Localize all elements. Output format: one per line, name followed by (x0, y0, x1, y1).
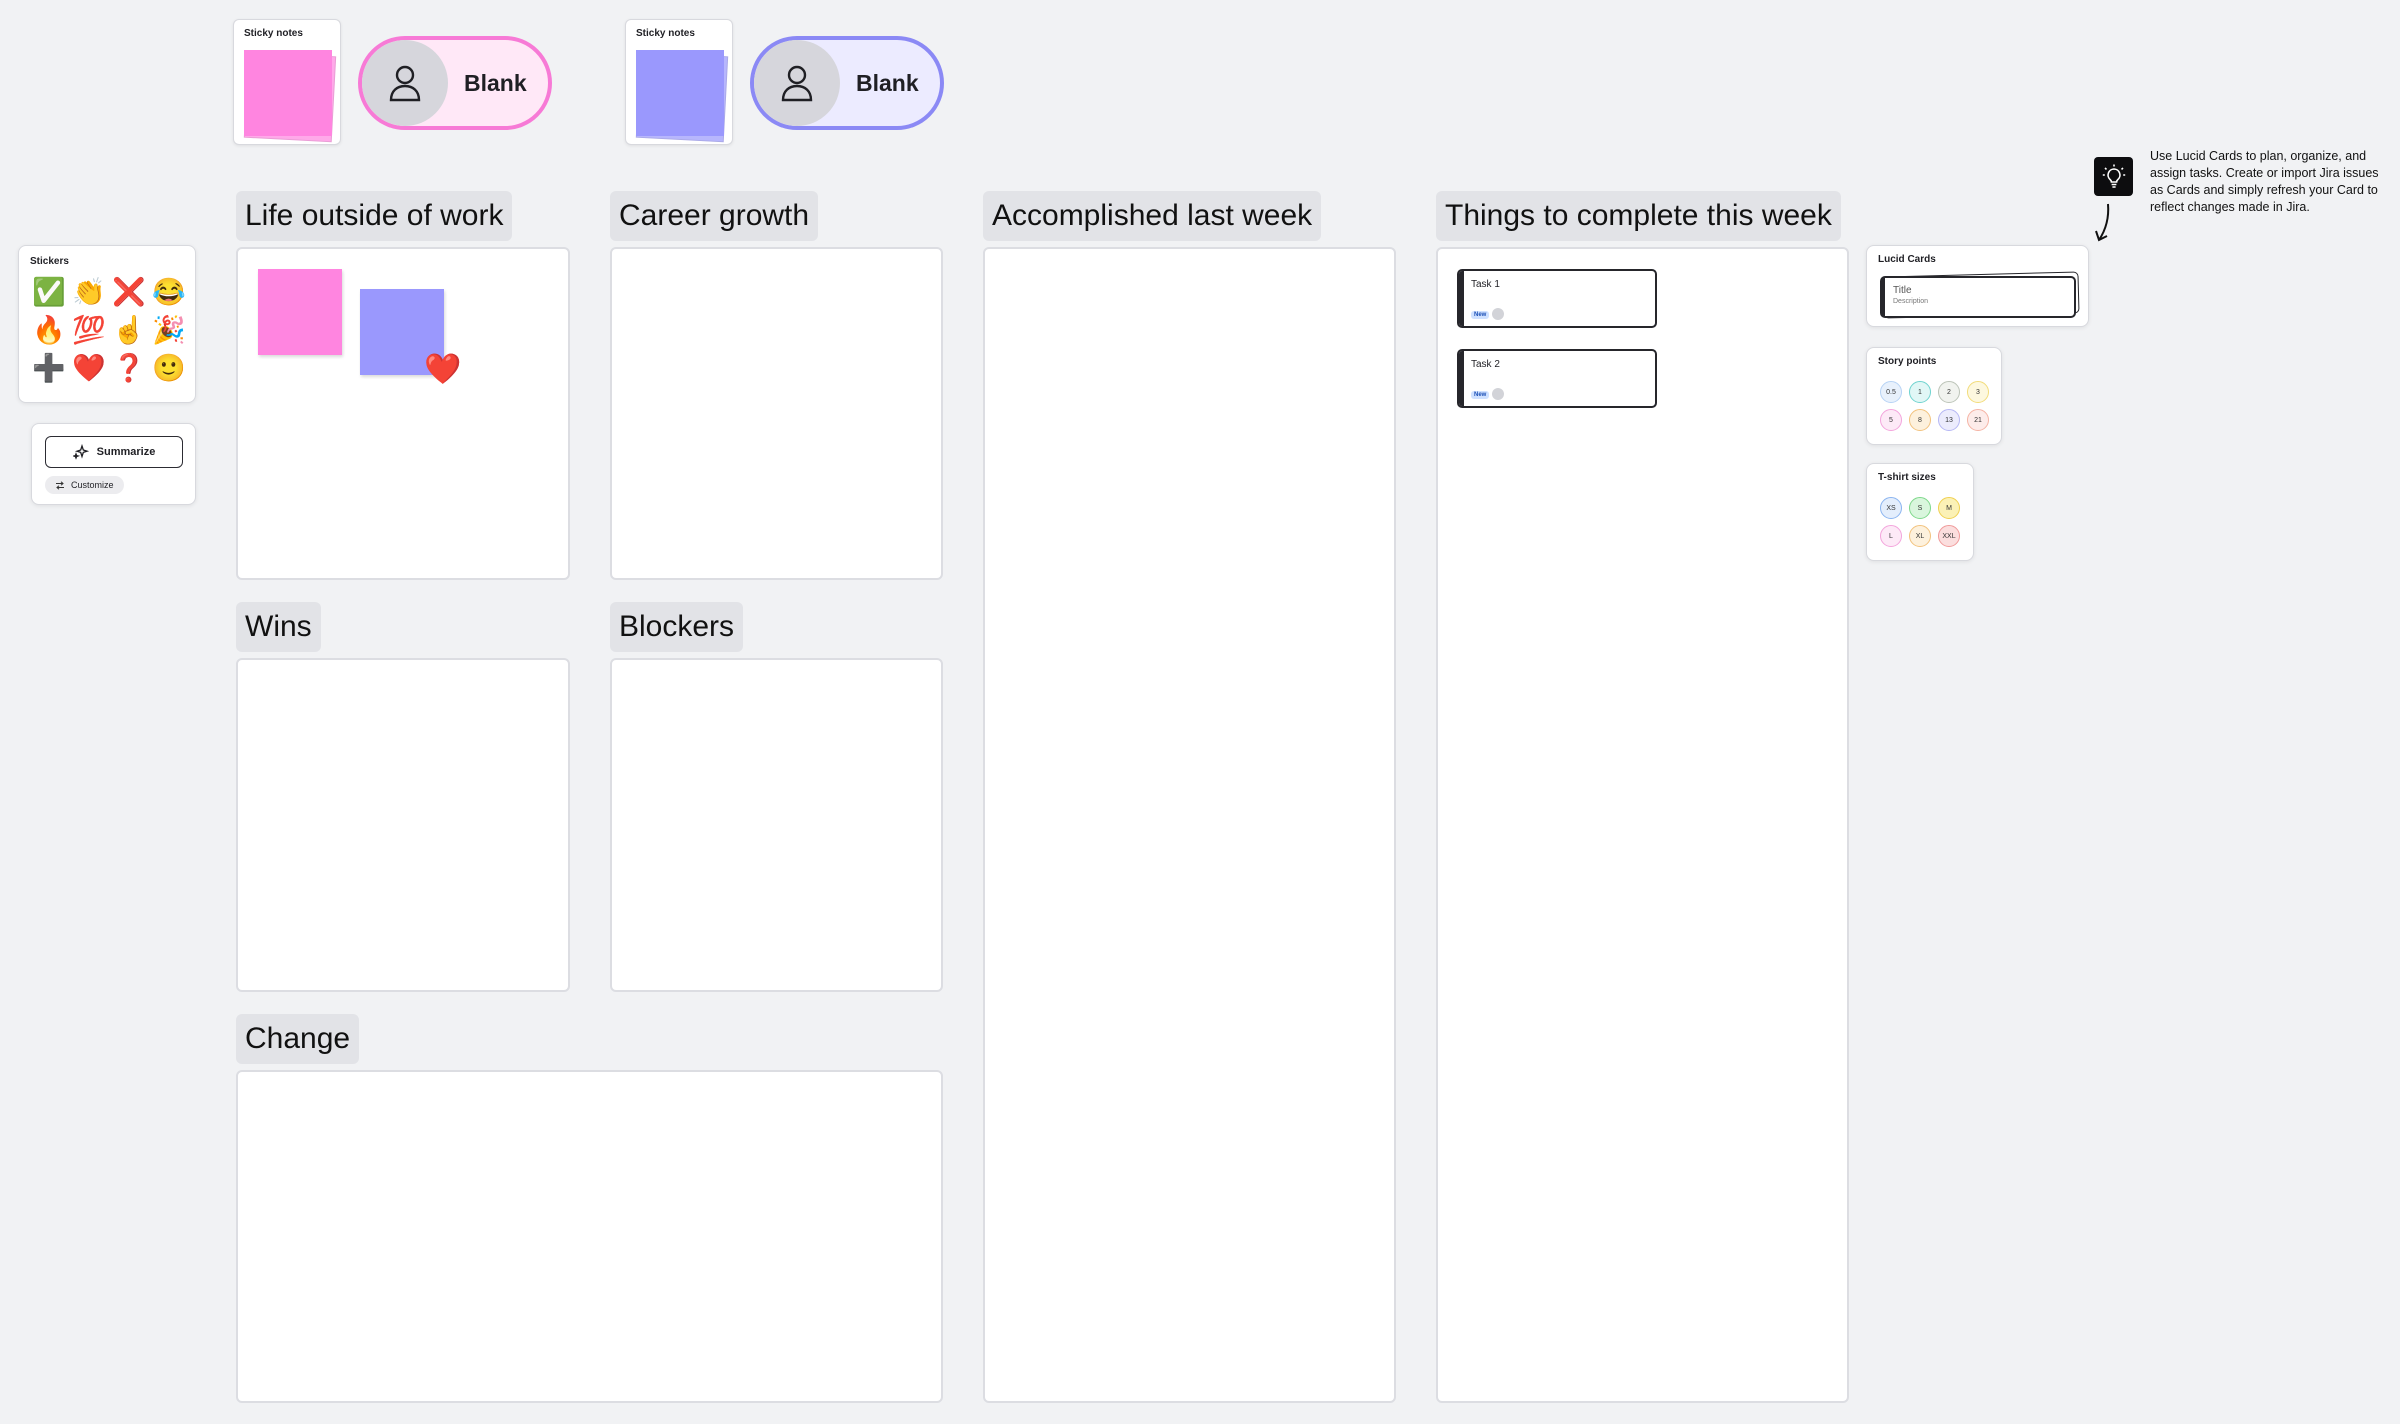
tshirt-sizes-grid: XS S M L XL XXL (1880, 497, 1970, 547)
sticky-note-pink[interactable] (244, 50, 332, 136)
sticky-notes-purple-stack[interactable]: Sticky notes (625, 19, 733, 145)
lucid-cards-tip: Use Lucid Cards to plan, organize, and a… (2150, 149, 2379, 214)
tshirt-size-chip[interactable]: L (1880, 525, 1902, 547)
tshirt-size-chip[interactable]: XXL (1938, 525, 1960, 547)
story-point-chip[interactable]: 21 (1967, 409, 1989, 431)
lucid-card-template[interactable]: Title Description (1880, 276, 2076, 318)
swap-icon (56, 480, 64, 490)
person-icon (781, 65, 813, 102)
frame-wins[interactable] (236, 658, 570, 992)
frame-blockers[interactable] (610, 658, 943, 992)
task-card[interactable]: Task 1 New (1457, 269, 1657, 328)
tshirt-sizes-title: T-shirt sizes (1878, 472, 1936, 483)
blank-label: Blank (856, 69, 919, 96)
sticker-cross[interactable]: ❌ (111, 274, 147, 310)
heading-blockers: Blockers (610, 602, 744, 652)
stickers-title: Stickers (30, 256, 69, 267)
sticker-hundred[interactable]: 💯 (71, 312, 107, 348)
lucid-cards-title: Lucid Cards (1878, 254, 1936, 265)
heading-career-growth: Career growth (610, 191, 819, 241)
story-points-grid: 0.5 1 2 3 5 8 13 21 (1880, 381, 1996, 431)
person-icon (389, 65, 421, 102)
card-title: Title (1893, 285, 1912, 296)
sticker-laugh[interactable]: 😂 (151, 274, 187, 310)
story-points-panel: Story points 0.5 1 2 3 5 8 13 21 (1866, 347, 2002, 445)
heading-accomplished-last-week: Accomplished last week (983, 191, 1322, 241)
story-points-title: Story points (1878, 356, 1937, 367)
story-point-chip[interactable]: 5 (1880, 409, 1902, 431)
story-point-chip[interactable]: 8 (1909, 409, 1931, 431)
frame-things-to-complete[interactable]: Task 1 New Task 2 New (1436, 247, 1849, 1403)
story-point-chip[interactable]: 13 (1938, 409, 1960, 431)
sticker-grid: ✅ 👏 ❌ 😂 🔥 💯 ☝️ 🎉 ➕ ❤️ ❓ 🙂 (31, 274, 191, 386)
story-point-chip[interactable]: 0.5 (1880, 381, 1902, 403)
sticky-notes-label: Sticky notes (636, 28, 695, 39)
sticker-smile[interactable]: 🙂 (151, 350, 187, 386)
summarize-button[interactable]: Summarize (45, 436, 183, 468)
sticker-clap[interactable]: 👏 (71, 274, 107, 310)
sticker-question[interactable]: ❓ (111, 350, 147, 386)
story-point-chip[interactable]: 3 (1967, 381, 1989, 403)
avatar (754, 40, 840, 126)
heading-life-outside-work: Life outside of work (236, 191, 513, 241)
frame-change[interactable] (236, 1070, 943, 1403)
frame-career-growth[interactable] (610, 247, 943, 580)
blank-label: Blank (464, 69, 527, 96)
tshirt-sizes-panel: T-shirt sizes XS S M L XL XXL (1866, 463, 1974, 561)
sticker-party[interactable]: 🎉 (151, 312, 187, 348)
sticker-point-up[interactable]: ☝️ (111, 312, 147, 348)
customize-button[interactable]: Customize (45, 476, 124, 494)
heading-things-to-complete: Things to complete this week (1436, 191, 1841, 241)
sticky-note-purple[interactable] (636, 50, 724, 136)
card-description: Description (1893, 298, 1929, 305)
avatar (362, 40, 448, 126)
sparkle-icon (72, 444, 89, 460)
task-title: Task 1 (1471, 279, 1500, 290)
lucid-cards-panel: Lucid Cards Title Description (1866, 245, 2089, 327)
assignee-avatar[interactable] (1492, 388, 1504, 400)
assignee-avatar[interactable] (1492, 308, 1504, 320)
frame-life-outside-work[interactable]: ❤️ (236, 247, 570, 580)
story-point-chip[interactable]: 1 (1909, 381, 1931, 403)
heart-reaction[interactable]: ❤️ (424, 355, 461, 385)
frame-accomplished-last-week[interactable] (983, 247, 1396, 1403)
sticky-note-pink-placed[interactable] (258, 269, 342, 355)
sticker-check[interactable]: ✅ (31, 274, 67, 310)
sticker-plus[interactable]: ➕ (31, 350, 67, 386)
stickers-panel: Stickers ✅ 👏 ❌ 😂 🔥 💯 ☝️ 🎉 ➕ ❤️ ❓ 🙂 (18, 245, 196, 403)
tshirt-size-chip[interactable]: XL (1909, 525, 1931, 547)
summarize-label: Summarize (96, 446, 156, 458)
sticker-heart[interactable]: ❤️ (71, 350, 107, 386)
status-badge: New (1471, 311, 1490, 319)
ai-summarize-panel: Summarize Customize (31, 423, 196, 505)
task-card[interactable]: Task 2 New (1457, 349, 1657, 408)
heading-wins: Wins (236, 602, 321, 652)
curved-arrow-icon (2095, 203, 2110, 242)
tshirt-size-chip[interactable]: M (1938, 497, 1960, 519)
sticky-notes-label: Sticky notes (244, 28, 303, 39)
customize-label: Customize (71, 480, 114, 490)
lightbulb-icon (2094, 157, 2133, 196)
heading-change: Change (236, 1014, 360, 1064)
sticker-fire[interactable]: 🔥 (31, 312, 67, 348)
blank-template-pink[interactable]: Blank (358, 36, 552, 130)
task-title: Task 2 (1471, 359, 1500, 370)
status-badge: New (1471, 391, 1490, 399)
tshirt-size-chip[interactable]: S (1909, 497, 1931, 519)
blank-template-purple[interactable]: Blank (750, 36, 944, 130)
tshirt-size-chip[interactable]: XS (1880, 497, 1902, 519)
sticky-notes-pink-stack[interactable]: Sticky notes (233, 19, 341, 145)
story-point-chip[interactable]: 2 (1938, 381, 1960, 403)
